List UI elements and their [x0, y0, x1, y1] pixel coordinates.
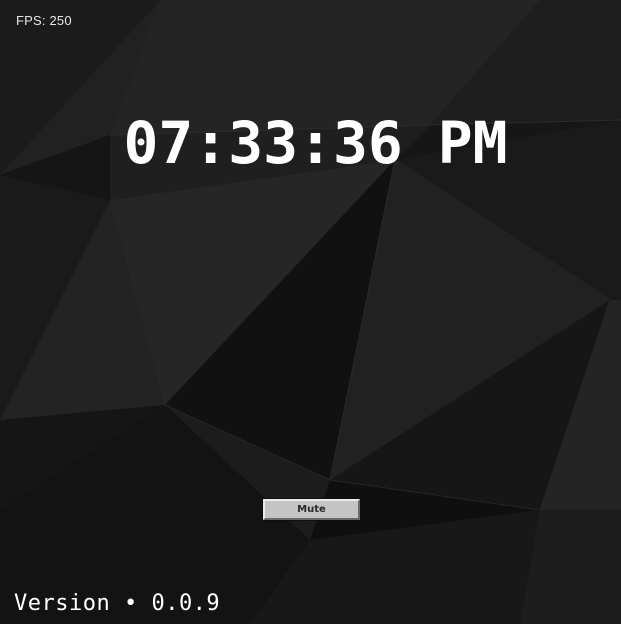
version-label: Version • 0.0.9	[14, 591, 221, 616]
mute-button[interactable]: Mute	[262, 498, 361, 521]
digital-clock: 07:33:36 PM	[123, 109, 508, 177]
low-poly-background	[0, 0, 621, 624]
game-screen: FPS: 250 07:33:36 PM Mute Version • 0.0.…	[0, 0, 621, 624]
fps-counter: FPS: 250	[16, 13, 72, 28]
